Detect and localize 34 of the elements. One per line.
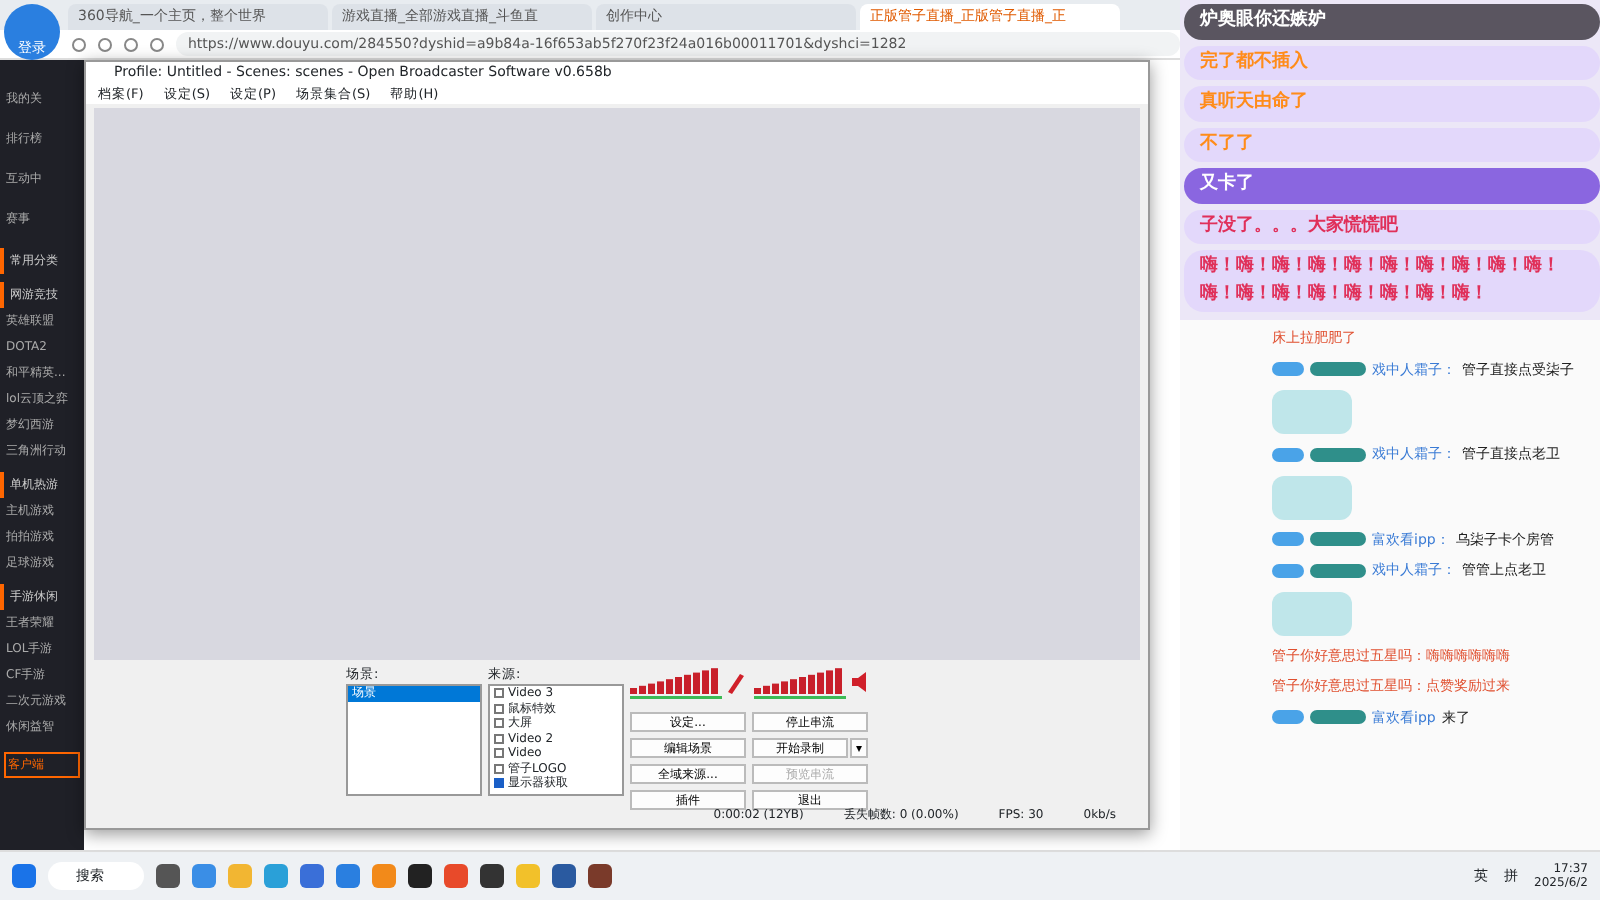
checkbox[interactable] bbox=[494, 703, 504, 714]
danmaku-text: 炉奥眼你还嫉妒 bbox=[1200, 10, 1326, 30]
danmaku-text: 子没了。。。大家慌慌吧 bbox=[1200, 215, 1398, 235]
start-icon[interactable] bbox=[12, 864, 36, 888]
level-badge-icon bbox=[1272, 362, 1304, 377]
fan-badge-icon bbox=[1310, 563, 1366, 578]
speaker-icon[interactable] bbox=[852, 672, 866, 692]
microphone-icon[interactable] bbox=[728, 674, 744, 694]
checkbox[interactable] bbox=[494, 733, 504, 744]
checkbox[interactable] bbox=[494, 778, 504, 789]
taskbar-app-icon[interactable] bbox=[408, 864, 432, 888]
danmaku-text: 不了了 bbox=[1200, 133, 1254, 153]
fan-badge-icon bbox=[1310, 362, 1366, 377]
danmaku-text: 嗨！嗨！嗨！嗨！嗨！嗨！嗨！嗨！嗨！嗨！嗨！嗨！嗨！嗨！嗨！嗨！嗨！嗨！ bbox=[1200, 256, 1560, 303]
danmaku-text: 又卡了 bbox=[1200, 174, 1254, 194]
danmaku-text: 真听天由命了 bbox=[1200, 92, 1308, 112]
danmaku-text: 完了都不插入 bbox=[1200, 51, 1308, 71]
taskbar-app-icon[interactable] bbox=[156, 864, 180, 888]
checkbox[interactable] bbox=[494, 763, 504, 774]
taskbar-app-icon[interactable] bbox=[552, 864, 576, 888]
level-badge-icon bbox=[1272, 447, 1304, 462]
fan-badge-icon bbox=[1310, 710, 1366, 725]
taskbar-app-icon[interactable] bbox=[588, 864, 612, 888]
checkbox[interactable] bbox=[494, 688, 504, 699]
checkbox[interactable] bbox=[494, 748, 504, 759]
level-badge-icon bbox=[1272, 710, 1304, 725]
checkbox[interactable] bbox=[494, 718, 504, 729]
level-badge-icon bbox=[1272, 563, 1304, 578]
volume-meter-drawing bbox=[630, 668, 722, 699]
fan-badge-icon bbox=[1310, 532, 1366, 547]
fan-badge-icon bbox=[1310, 447, 1366, 462]
level-badge-icon bbox=[1272, 532, 1304, 547]
volume-meter-drawing bbox=[754, 668, 846, 699]
taskbar-app-icon[interactable] bbox=[480, 864, 504, 888]
